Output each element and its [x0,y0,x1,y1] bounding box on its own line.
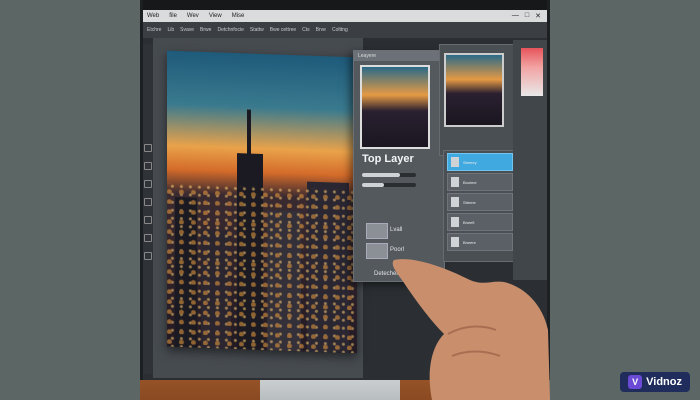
layer-row[interactable]: Stteme [447,193,513,211]
option-item[interactable]: Stattw [250,27,264,33]
layer-mini-thumb[interactable] [366,243,388,259]
pointing-hand [392,259,550,400]
layer-swatch [451,237,459,247]
menu-bar: Web file Wev View Mise — □ ✕ [143,10,547,22]
layer-name: Bneefl [463,219,475,225]
layer-name: Boolme [463,179,477,185]
layer-thumbnail[interactable] [360,65,430,149]
window-controls: — □ ✕ [512,12,547,20]
watermark-logo: V Vidnoz [620,372,690,392]
logo-mark-icon: V [628,375,643,389]
option-item[interactable]: Colttng [332,27,348,33]
layer-row[interactable]: Bneefl [447,213,513,231]
crop-tool-icon[interactable] [144,198,152,206]
preview-thumbnail[interactable] [444,53,504,127]
layer-mini-thumb[interactable] [366,223,388,239]
layers-list: Sbeeey Boolme Stteme Bneefl Bneere [443,150,517,262]
opacity-slider-fill [362,173,400,177]
layer-name: Sbeeey [463,159,477,165]
layers-panel: Leayere Top Layer Lvall Poorl Detechert [353,50,445,282]
option-item[interactable]: Cts [302,27,310,33]
option-item[interactable]: Lib [167,27,174,33]
logo-text: Vidnoz [646,376,682,388]
fill-slider[interactable] [362,183,416,187]
layer-mini-label: Lvall [390,227,403,233]
layer-row[interactable]: Boolme [447,173,513,191]
option-item[interactable]: Etchre [147,27,161,33]
move-tool-icon[interactable] [144,144,152,152]
layer-swatch [451,177,459,187]
menu-item[interactable]: Mise [232,13,245,19]
layer-swatch [451,197,459,207]
hand-shape [392,259,550,400]
layer-row[interactable]: Bneere [447,233,513,251]
option-item[interactable]: Brwe [200,27,211,33]
close-icon[interactable]: ✕ [535,12,541,20]
maximize-icon[interactable]: □ [525,12,529,20]
toolbox [143,44,153,374]
eraser-tool-icon[interactable] [144,234,152,242]
title-bar [143,0,547,10]
layer-title: Top Layer [362,153,414,165]
menu-item[interactable]: Web [147,13,159,19]
brush-tool-icon[interactable] [144,216,152,224]
option-item[interactable]: Detchnfocie [217,27,243,33]
layer-name: Bneere [463,239,476,245]
preview-panel [439,44,515,156]
menu-item[interactable]: View [209,13,222,19]
options-bar: Etchre Lib Svave Brwe Detchnfocie Stattw… [143,22,547,38]
menu-item[interactable]: file [169,13,177,19]
option-item[interactable]: Svave [180,27,194,33]
layer-swatch [451,157,459,167]
layers-panel-header: Leayere [354,51,444,61]
color-panel [513,40,547,280]
lasso-tool-icon[interactable] [144,180,152,188]
menu-item[interactable]: Wev [187,13,199,19]
minimize-icon[interactable]: — [512,12,519,20]
option-item[interactable]: Bwe cettree [270,27,296,33]
layer-swatch [451,217,459,227]
fill-slider-fill [362,183,384,187]
city-lights [167,183,357,354]
select-tool-icon[interactable] [144,162,152,170]
city-photo[interactable] [167,50,357,354]
option-item[interactable]: Brve [316,27,326,33]
canvas-area[interactable] [153,38,363,378]
opacity-slider[interactable] [362,173,416,177]
layer-row[interactable]: Sbeeey [447,153,513,171]
layer-name: Stteme [463,199,476,205]
color-picker-swatch[interactable] [521,48,543,96]
text-tool-icon[interactable] [144,252,152,260]
